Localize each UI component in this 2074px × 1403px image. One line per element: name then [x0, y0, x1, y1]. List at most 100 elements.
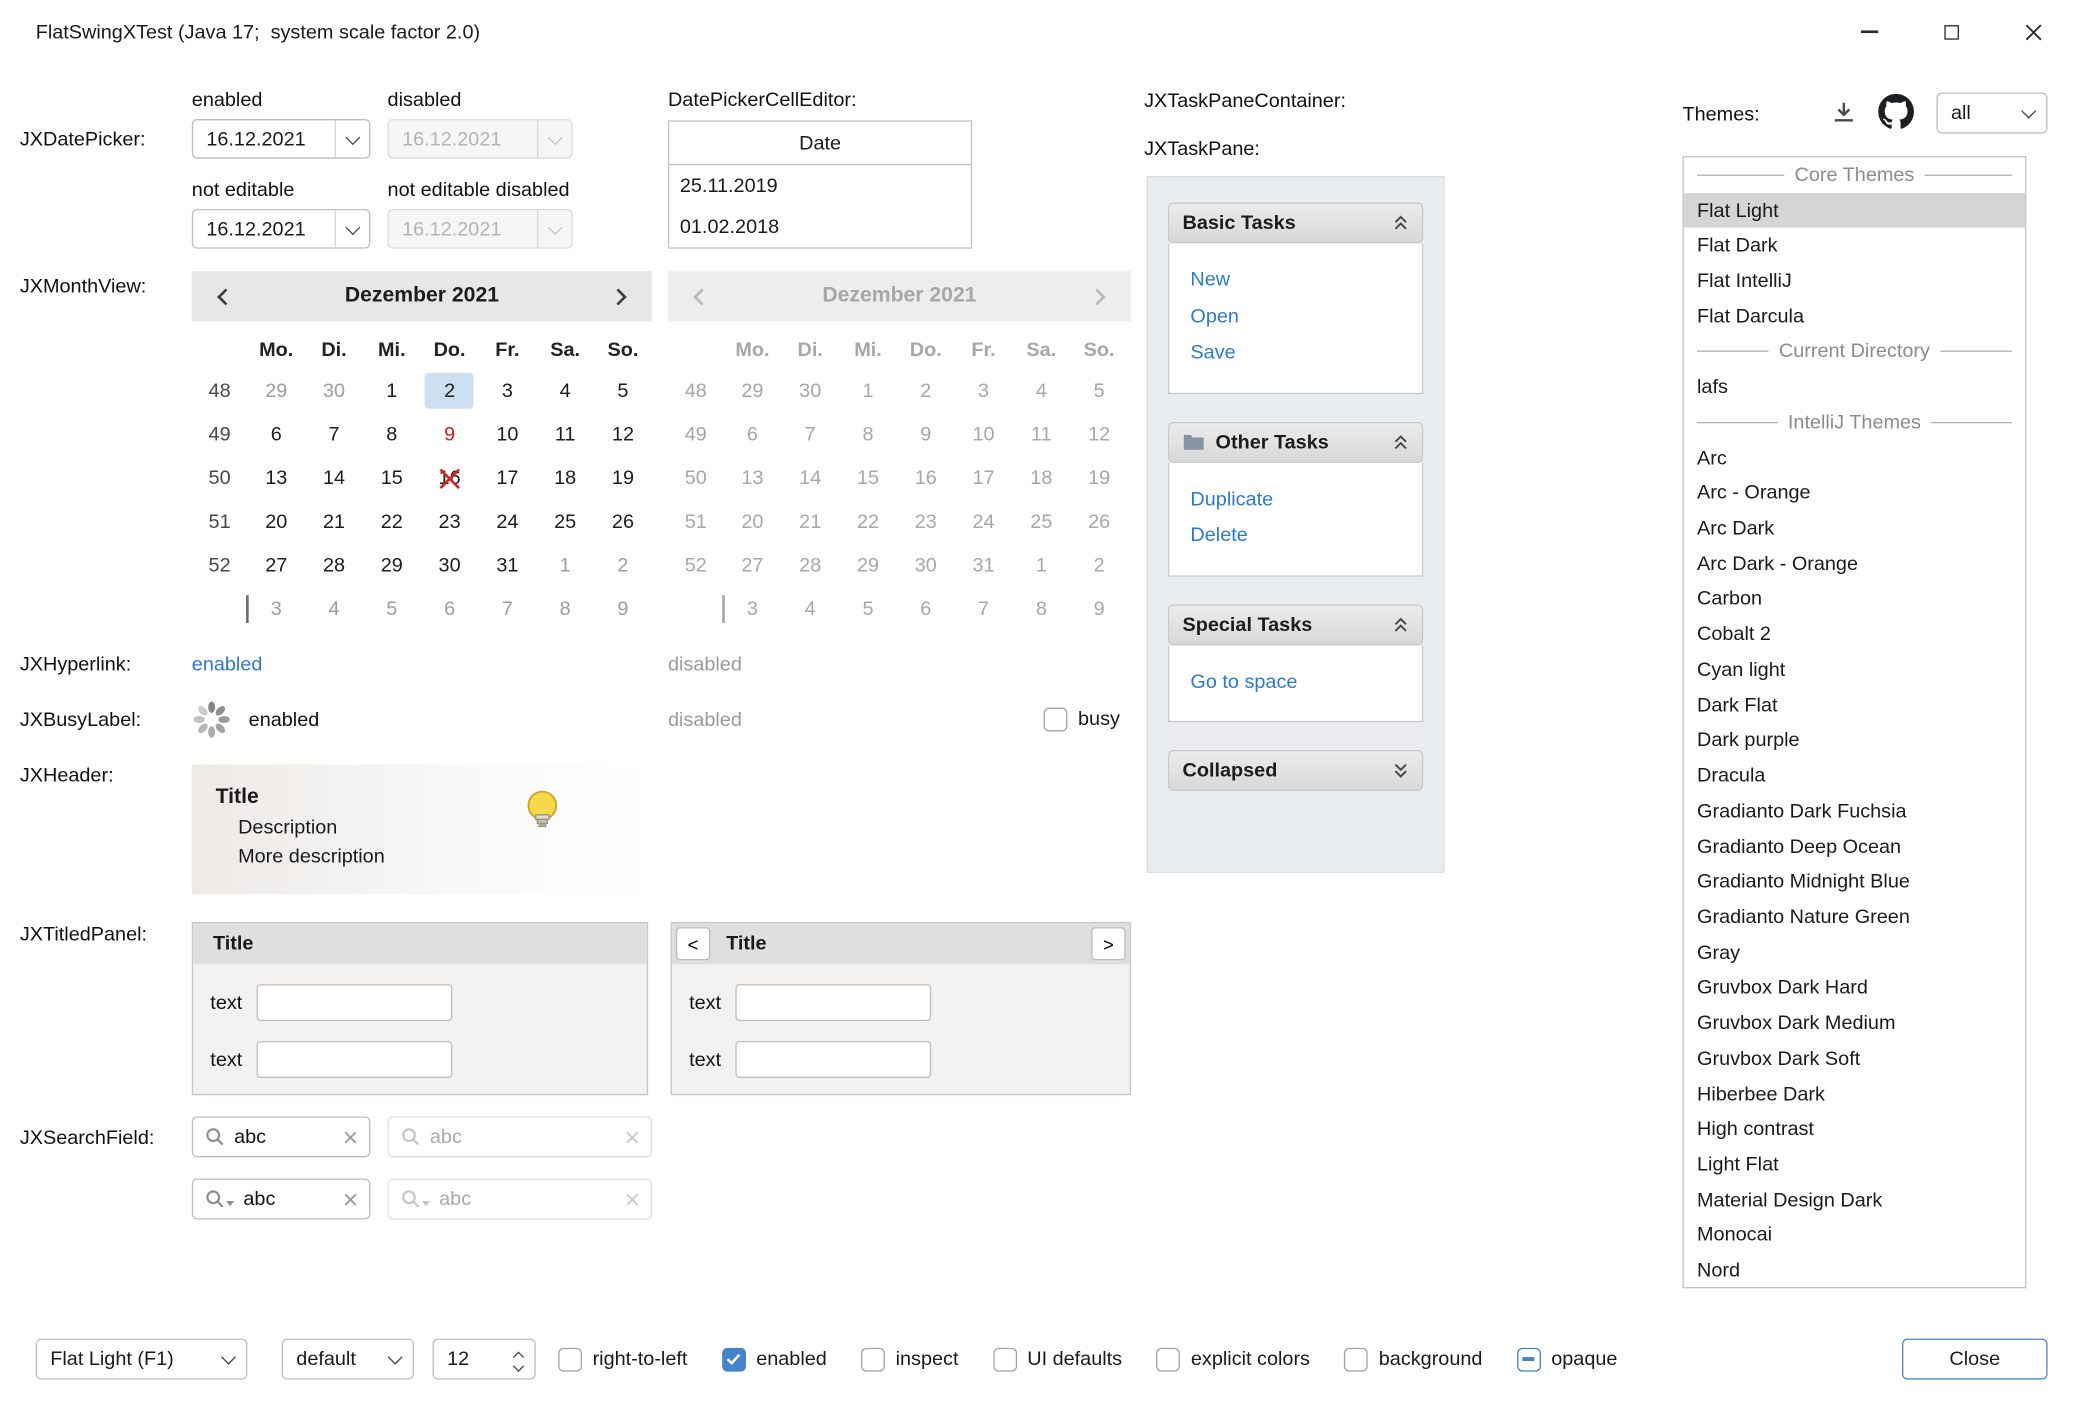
day-cell[interactable]: 19 [594, 456, 652, 500]
checkbox-busy[interactable]: busy [1044, 698, 1120, 739]
day-cell[interactable]: 7 [478, 587, 536, 631]
chevron-down-icon[interactable] [212, 1340, 246, 1378]
theme-item-dracula[interactable]: Dracula [1684, 758, 2025, 793]
theme-item-nord[interactable]: Nord [1684, 1253, 2025, 1288]
task-link-go-to-space[interactable]: Go to space [1190, 663, 1400, 699]
day-cell[interactable]: 5 [594, 369, 652, 413]
monthview-enabled[interactable]: Dezember 2021 Mo.Di.Mi.Do.Fr.Sa.So.48293… [192, 271, 652, 631]
task-link-save[interactable]: Save [1190, 335, 1400, 371]
theme-item-gradianto-midnight-blue[interactable]: Gradianto Midnight Blue [1684, 864, 2025, 899]
checkbox-right-to-left[interactable]: right-to-left [558, 1339, 687, 1380]
day-cell[interactable]: 28 [305, 544, 363, 588]
day-cell[interactable]: 25 [536, 500, 594, 544]
day-cell[interactable]: 3 [247, 587, 305, 631]
theme-item-material-design-dark[interactable]: Material Design Dark [1684, 1182, 2025, 1217]
day-cell[interactable]: 2 [594, 544, 652, 588]
day-cell[interactable]: 8 [363, 413, 421, 457]
day-cell[interactable]: 30 [305, 369, 363, 413]
checkbox-box[interactable] [993, 1347, 1017, 1371]
text-input[interactable] [736, 984, 932, 1021]
day-cell[interactable]: 27 [247, 544, 305, 588]
font-size-spinner[interactable]: 12 [433, 1339, 536, 1380]
datepicker-not-editable[interactable]: 16.12.2021 [192, 209, 371, 249]
day-cell[interactable]: 15 [363, 456, 421, 500]
search-value[interactable]: abc [234, 1126, 335, 1148]
day-cell[interactable]: 20 [247, 500, 305, 544]
searchfield-enabled[interactable]: abc [192, 1116, 371, 1157]
theme-item-flat-dark[interactable]: Flat Dark [1684, 228, 2025, 263]
checkbox-box[interactable] [722, 1347, 746, 1371]
day-cell[interactable]: 9 [421, 413, 479, 457]
day-cell[interactable]: 6 [421, 587, 479, 631]
day-cell[interactable]: 2 [421, 369, 479, 413]
day-cell[interactable]: 30 [421, 544, 479, 588]
theme-item-arc[interactable]: Arc [1684, 440, 2025, 475]
theme-item-gruvbox-dark-soft[interactable]: Gruvbox Dark Soft [1684, 1041, 2025, 1076]
titledpanel-right-button[interactable]: > [1091, 927, 1125, 960]
checkbox-box[interactable] [1156, 1347, 1180, 1371]
text-input[interactable] [736, 1041, 932, 1078]
checkbox-box[interactable] [1344, 1347, 1368, 1371]
day-cell[interactable]: 26 [594, 500, 652, 544]
clear-icon[interactable] [344, 1130, 357, 1143]
checkbox-box[interactable] [558, 1347, 582, 1371]
day-cell[interactable]: 9 [594, 587, 652, 631]
taskpane-header-special-tasks[interactable]: Special Tasks [1168, 604, 1423, 645]
theme-item-high-contrast[interactable]: High contrast [1684, 1112, 2025, 1147]
theme-item-hiberbee-dark[interactable]: Hiberbee Dark [1684, 1076, 2025, 1111]
table-row[interactable]: 25.11.2019 [669, 165, 971, 206]
theme-item-arc-dark[interactable]: Arc Dark [1684, 511, 2025, 546]
day-cell[interactable]: 16 [421, 456, 479, 500]
theme-item-monocai[interactable]: Monocai [1684, 1218, 2025, 1253]
previous-month-button[interactable] [213, 284, 237, 308]
checkbox-enabled[interactable]: enabled [722, 1339, 827, 1380]
text-input[interactable] [257, 984, 453, 1021]
day-cell[interactable]: 13 [247, 456, 305, 500]
checkbox-explicit-colors[interactable]: explicit colors [1156, 1339, 1309, 1380]
theme-item-lafs[interactable]: lafs [1684, 369, 2025, 404]
theme-item-gradianto-deep-ocean[interactable]: Gradianto Deep Ocean [1684, 829, 2025, 864]
github-icon[interactable] [1878, 94, 1914, 135]
day-cell[interactable]: 18 [536, 456, 594, 500]
theme-item-gruvbox-dark-hard[interactable]: Gruvbox Dark Hard [1684, 970, 2025, 1005]
theme-item-arc-dark-orange[interactable]: Arc Dark - Orange [1684, 546, 2025, 581]
text-input[interactable] [257, 1041, 453, 1078]
day-cell[interactable]: 6 [247, 413, 305, 457]
taskpane-header-other-tasks[interactable]: Other Tasks [1168, 421, 1423, 462]
spinner-arrows[interactable] [503, 1340, 535, 1378]
download-icon[interactable] [1829, 98, 1858, 132]
table-header-date[interactable]: Date [669, 122, 971, 166]
minimize-button[interactable] [1828, 0, 1910, 63]
table-row[interactable]: 01.02.2018 [669, 206, 971, 247]
theme-item-dark-purple[interactable]: Dark purple [1684, 723, 2025, 758]
day-cell[interactable]: 5 [363, 587, 421, 631]
day-cell[interactable]: 29 [247, 369, 305, 413]
theme-item-gradianto-nature-green[interactable]: Gradianto Nature Green [1684, 900, 2025, 935]
chevron-down-icon[interactable] [335, 120, 369, 157]
theme-filter-combo[interactable]: all [1936, 93, 2047, 134]
day-cell[interactable]: 1 [363, 369, 421, 413]
themes-list[interactable]: Core ThemesFlat LightFlat DarkFlat Intel… [1682, 156, 2026, 1288]
expand-icon[interactable] [1393, 762, 1409, 779]
day-cell[interactable]: 24 [478, 500, 536, 544]
theme-item-carbon[interactable]: Carbon [1684, 581, 2025, 616]
collapse-icon[interactable] [1393, 214, 1409, 231]
checkbox-box[interactable] [1517, 1347, 1541, 1371]
theme-item-gray[interactable]: Gray [1684, 935, 2025, 970]
theme-item-gruvbox-dark-medium[interactable]: Gruvbox Dark Medium [1684, 1006, 2025, 1041]
maximize-button[interactable] [1910, 0, 1992, 63]
theme-item-light-flat[interactable]: Light Flat [1684, 1147, 2025, 1182]
chevron-down-icon[interactable] [335, 210, 369, 247]
task-link-duplicate[interactable]: Duplicate [1190, 481, 1400, 517]
task-link-new[interactable]: New [1190, 262, 1400, 298]
datepicker-table[interactable]: Date 25.11.2019 01.02.2018 [668, 120, 972, 248]
taskpane-header-basic-tasks[interactable]: Basic Tasks [1168, 202, 1423, 243]
titlebar[interactable]: FlatSwingXTest (Java 17; system scale fa… [0, 0, 2074, 63]
day-cell[interactable]: 10 [478, 413, 536, 457]
theme-item-cobalt-2[interactable]: Cobalt 2 [1684, 617, 2025, 652]
search-value[interactable]: abc [243, 1188, 334, 1210]
theme-item-flat-intellij[interactable]: Flat IntelliJ [1684, 263, 2025, 298]
clear-icon[interactable] [344, 1192, 357, 1205]
task-link-open[interactable]: Open [1190, 298, 1400, 334]
day-cell[interactable]: 21 [305, 500, 363, 544]
